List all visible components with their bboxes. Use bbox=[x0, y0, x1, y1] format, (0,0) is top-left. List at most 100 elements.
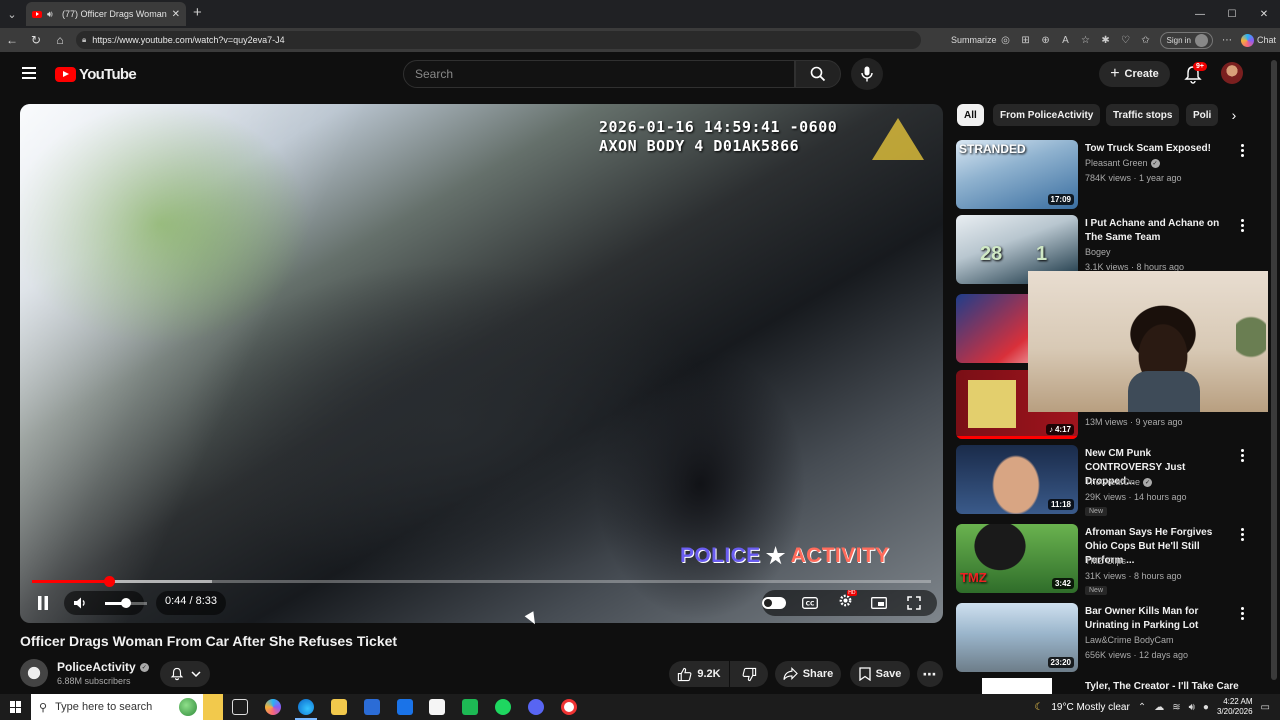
edge-browser-icon[interactable] bbox=[298, 699, 314, 715]
back-icon[interactable]: ← bbox=[0, 33, 24, 47]
account-avatar[interactable] bbox=[1221, 62, 1243, 84]
windows-start-icon[interactable] bbox=[10, 701, 22, 713]
tab-actions-icon[interactable]: ⌄ bbox=[0, 0, 24, 28]
menu-icon[interactable] bbox=[22, 67, 36, 79]
channel-name-link[interactable]: PoliceActivity ✓ bbox=[57, 660, 149, 674]
favorite-star-icon[interactable]: ☆ bbox=[1080, 35, 1092, 46]
notepad-icon[interactable] bbox=[429, 699, 445, 715]
weather-icon[interactable]: ☾ bbox=[1034, 702, 1043, 713]
recommendation-item[interactable]: 23:20 Bar Owner Kills Man for Urinating … bbox=[956, 603, 1256, 673]
share-button[interactable]: Share bbox=[775, 661, 841, 687]
task-view-icon[interactable] bbox=[232, 699, 248, 715]
more-vertical-icon[interactable] bbox=[1241, 607, 1245, 622]
browser-essentials-icon[interactable]: ♡ bbox=[1120, 35, 1132, 46]
summarize-button[interactable]: Summarize ◎ bbox=[951, 35, 1012, 46]
extensions-icon[interactable]: ✱ bbox=[1100, 35, 1112, 46]
fullscreen-button[interactable] bbox=[903, 591, 925, 615]
search-input[interactable]: Search bbox=[403, 60, 795, 88]
minimize-icon[interactable]: — bbox=[1184, 0, 1216, 28]
media-app-icon[interactable] bbox=[561, 699, 577, 715]
create-button[interactable]: + Create bbox=[1099, 61, 1170, 87]
chip-traffic-stops[interactable]: Traffic stops bbox=[1106, 104, 1180, 126]
youtube-logo[interactable]: YouTube bbox=[55, 66, 137, 83]
video-thumbnail[interactable] bbox=[982, 678, 1052, 694]
more-vertical-icon[interactable] bbox=[1241, 449, 1245, 464]
close-tab-icon[interactable]: ✕ bbox=[172, 9, 180, 20]
chip-partial[interactable]: Poli bbox=[1186, 104, 1219, 126]
scrollbar-thumb[interactable] bbox=[1271, 60, 1277, 680]
read-aloud-icon[interactable]: A bbox=[1060, 35, 1072, 46]
taskbar-search-input[interactable]: ⚲ Type here to search bbox=[31, 694, 223, 720]
favorites-icon[interactable]: ✩ bbox=[1140, 35, 1152, 46]
recommendation-item[interactable]: 11:18 New CM Punk CONTROVERSY Just Dropp… bbox=[956, 445, 1256, 516]
save-button[interactable]: Save bbox=[850, 661, 910, 687]
cloud-icon[interactable]: ☁ bbox=[1154, 702, 1164, 713]
autoplay-toggle[interactable] bbox=[761, 591, 787, 615]
recommendation-channel[interactable]: TMZ Clips bbox=[1085, 556, 1126, 566]
wifi-icon[interactable]: ≋ bbox=[1172, 702, 1180, 713]
recommendation-item[interactable]: TMZ 3:42 Afroman Says He Forgives Ohio C… bbox=[956, 524, 1256, 595]
site-info-icon[interactable]: 🔒︎ bbox=[82, 35, 86, 45]
video-player[interactable]: 2026-01-16 14:59:41 -0600 AXON BODY 4 D0… bbox=[20, 104, 943, 623]
app-available-icon[interactable]: ⊞ bbox=[1020, 35, 1032, 46]
chip-all[interactable]: All bbox=[957, 104, 984, 126]
refresh-icon[interactable]: ↻ bbox=[24, 33, 48, 47]
recommendation-channel[interactable]: Bogey bbox=[1085, 247, 1111, 257]
subtitles-button[interactable]: CC bbox=[799, 591, 821, 615]
channel-avatar[interactable] bbox=[20, 659, 48, 687]
more-options-icon[interactable]: ⋯ bbox=[1221, 35, 1233, 46]
mute-button[interactable] bbox=[70, 591, 90, 615]
video-thumbnail[interactable]: STRANDED 17:09 bbox=[956, 140, 1078, 209]
recommendation-channel[interactable]: Pleasant Green ✓ bbox=[1085, 158, 1160, 168]
miniplayer-button[interactable] bbox=[868, 591, 890, 615]
new-tab-button[interactable]: + bbox=[193, 5, 202, 20]
show-hidden-icons-chevron-icon[interactable]: ⌃ bbox=[1138, 702, 1146, 713]
video-thumbnail[interactable]: TMZ 3:42 bbox=[956, 524, 1078, 593]
xbox-icon[interactable] bbox=[462, 699, 478, 715]
subscribed-notifications-button[interactable] bbox=[160, 661, 210, 687]
recommendation-channel[interactable]: Law&Crime BodyCam bbox=[1085, 635, 1174, 645]
video-thumbnail[interactable]: 11:18 bbox=[956, 445, 1078, 514]
file-explorer-icon[interactable] bbox=[331, 699, 347, 715]
microphone-tray-icon[interactable]: ● bbox=[1203, 702, 1209, 713]
more-vertical-icon[interactable] bbox=[1241, 528, 1245, 543]
voice-search-button[interactable] bbox=[851, 58, 883, 90]
like-button[interactable]: 9.2K bbox=[669, 661, 729, 687]
store-icon[interactable] bbox=[364, 699, 380, 715]
more-vertical-icon[interactable] bbox=[1241, 219, 1245, 234]
video-thumbnail[interactable]: 23:20 bbox=[956, 603, 1078, 672]
volume-handle[interactable] bbox=[121, 598, 131, 608]
chip-from-channel[interactable]: From PoliceActivity bbox=[993, 104, 1101, 126]
close-window-icon[interactable]: ✕ bbox=[1248, 0, 1280, 28]
weather-text[interactable]: 19°C Mostly clear bbox=[1051, 702, 1129, 713]
recommendation-item[interactable]: STRANDED 17:09 Tow Truck Scam Exposed! P… bbox=[956, 140, 1256, 210]
seek-bar[interactable] bbox=[32, 576, 931, 587]
dislike-button[interactable] bbox=[730, 661, 768, 687]
copilot-icon[interactable] bbox=[265, 699, 281, 715]
settings-button[interactable]: HD bbox=[834, 590, 857, 615]
channel-watermark[interactable]: POLICE ACTIVITY bbox=[680, 544, 889, 568]
chips-next-chevron-icon[interactable]: › bbox=[1224, 104, 1244, 126]
spotify-icon[interactable] bbox=[495, 699, 511, 715]
recommendation-channel[interactable]: TheGreatOne ✓ bbox=[1085, 477, 1153, 487]
home-icon[interactable]: ⌂ bbox=[48, 33, 72, 47]
mail-icon[interactable] bbox=[397, 699, 413, 715]
speaker-icon[interactable]: 🔊︎ bbox=[47, 9, 57, 19]
browser-tab-active[interactable]: 🔊︎ (77) Officer Drags Woman Fro ✕ bbox=[26, 2, 186, 26]
more-vertical-icon[interactable] bbox=[1241, 144, 1245, 159]
volume-slider[interactable] bbox=[105, 598, 147, 608]
more-actions-button[interactable]: ⋯ bbox=[917, 661, 943, 687]
maximize-icon[interactable]: ☐ bbox=[1216, 0, 1248, 28]
discord-icon[interactable] bbox=[528, 699, 544, 715]
url-field[interactable]: 🔒︎ https://www.youtube.com/watch?v=quy2e… bbox=[76, 31, 921, 49]
search-button[interactable] bbox=[795, 60, 841, 88]
recommendation-item[interactable]: Tyler, The Creator - I'll Take Care bbox=[956, 678, 1256, 694]
notification-center-icon[interactable]: ▭ bbox=[1261, 702, 1270, 713]
volume-tray-icon[interactable]: 🔊︎ bbox=[1189, 702, 1195, 713]
copilot-chat-button[interactable]: Chat bbox=[1240, 33, 1276, 47]
page-scrollbar[interactable] bbox=[1268, 52, 1280, 696]
pause-button[interactable] bbox=[32, 591, 54, 615]
taskbar-clock[interactable]: 4:22 AM 3/20/2026 bbox=[1217, 697, 1253, 717]
zoom-icon[interactable]: ⊕ bbox=[1040, 35, 1052, 46]
sign-in-button[interactable]: Sign in bbox=[1159, 31, 1213, 49]
